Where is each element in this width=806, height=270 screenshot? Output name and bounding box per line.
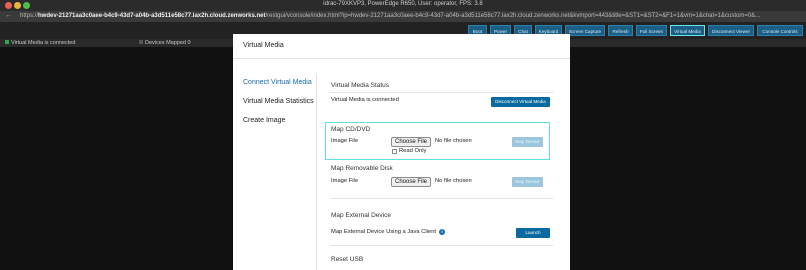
sidebar-item-connect-virtual-media[interactable]: Connect Virtual Media bbox=[243, 79, 312, 86]
removable-choose-file-button[interactable]: Choose File bbox=[391, 177, 431, 187]
cd-file-status: No file chosen bbox=[435, 138, 472, 144]
devices-status-icon bbox=[139, 40, 143, 44]
read-only-checkbox[interactable] bbox=[392, 149, 397, 154]
devices-mapped-status: Devices Mapped 0 bbox=[139, 40, 191, 46]
read-only-label: Read Only bbox=[399, 148, 427, 154]
map-external-device-title: Map External Device bbox=[331, 212, 391, 219]
map-removable-disk-title: Map Removable Disk bbox=[331, 165, 393, 172]
map-cd-device-button[interactable]: Map Device bbox=[512, 137, 543, 147]
info-icon[interactable]: i bbox=[439, 229, 445, 235]
vm-status-title: Virtual Media Status bbox=[331, 82, 390, 89]
full-screen-button[interactable]: Full Screen bbox=[636, 25, 667, 36]
address-bar[interactable]: ← https://hwdev-21271aa3c0aee-b4c9-43d7-… bbox=[0, 11, 806, 22]
section-divider bbox=[330, 198, 553, 199]
console-controls-button[interactable]: Console Controls bbox=[757, 25, 803, 36]
dialog-divider bbox=[233, 58, 570, 59]
disconnect-virtual-media-button[interactable]: Disconnect Virtual Media bbox=[491, 97, 550, 107]
cd-choose-file-button[interactable]: Choose File bbox=[391, 137, 431, 147]
window-titlebar: idrac-79XKVP3, PowerEdge R650, User: ope… bbox=[0, 0, 806, 11]
vm-connected-status: Virtual Media is connected bbox=[5, 40, 75, 46]
map-removable-device-button[interactable]: Map Device bbox=[512, 177, 543, 187]
refresh-button[interactable]: Refresh bbox=[608, 25, 633, 36]
section-divider bbox=[330, 245, 553, 246]
cd-image-file-label: Image File bbox=[331, 138, 359, 144]
screen-capture-button[interactable]: Screen Capture bbox=[565, 25, 605, 36]
url-text[interactable]: https://hwdev-21271aa3c0aee-b4c9-43d7-a0… bbox=[20, 13, 760, 19]
sidebar-item-create-image[interactable]: Create Image bbox=[243, 117, 285, 124]
virtual-media-dialog: Virtual Media Connect Virtual Media Virt… bbox=[233, 34, 570, 270]
dialog-title: Virtual Media bbox=[243, 42, 284, 49]
reset-usb-title: Reset USB bbox=[331, 256, 364, 263]
back-arrow-icon[interactable]: ← bbox=[5, 12, 12, 19]
disconnect-viewer-button[interactable]: Disconnect Viewer bbox=[708, 25, 754, 36]
connected-status-icon bbox=[5, 40, 9, 44]
removable-image-file-label: Image File bbox=[331, 178, 359, 184]
virtual-media-button[interactable]: Virtual Media bbox=[670, 25, 705, 36]
section-divider bbox=[330, 92, 553, 93]
vm-status-text: Virtual Media is connected bbox=[331, 97, 399, 103]
sidebar-item-virtual-media-statistics[interactable]: Virtual Media Statistics bbox=[243, 98, 314, 105]
sidebar-divider bbox=[316, 74, 317, 270]
map-cd-dvd-title: Map CD/DVD bbox=[331, 126, 371, 133]
removable-file-status: No file chosen bbox=[435, 178, 472, 184]
external-device-text: Map External Device Using a Java Client bbox=[331, 229, 437, 235]
window-title: idrac-79XKVP3, PowerEdge R650, User: ope… bbox=[323, 1, 483, 7]
launch-button[interactable]: Launch bbox=[516, 228, 550, 238]
